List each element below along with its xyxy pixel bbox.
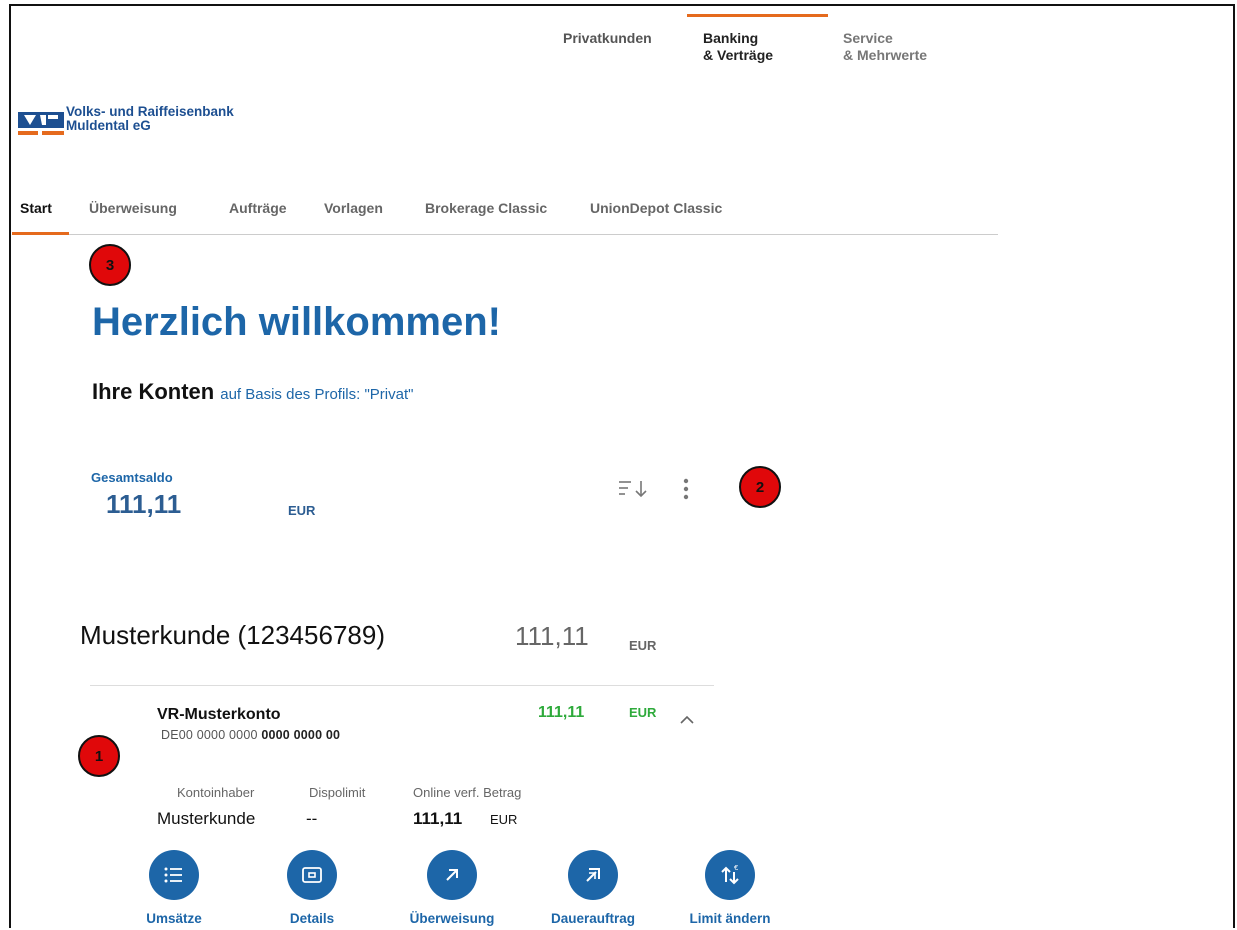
tab-uniondepot-classic[interactable]: UnionDepot Classic <box>590 200 722 216</box>
topnav-service[interactable]: Service & Mehrwerte <box>843 30 927 64</box>
list-icon <box>149 850 199 900</box>
bank-name: Volks- und Raiffeisenbank Muldental eG <box>66 105 234 133</box>
divider <box>90 685 714 686</box>
topnav-privatkunden[interactable]: Privatkunden <box>563 30 652 47</box>
topnav-label-line1: Service <box>843 30 893 46</box>
iban-prefix: DE00 0000 0000 <box>161 728 258 742</box>
limit-aendern-label: Limit ändern <box>689 911 771 926</box>
customer-balance: 111,11 <box>515 621 589 651</box>
double-arrow-up-right-icon <box>568 850 618 900</box>
account-name[interactable]: VR-Musterkonto <box>157 706 281 724</box>
konten-heading: Ihre Konten auf Basis des Profils: "Priva… <box>92 379 413 405</box>
arrow-up-right-icon <box>427 850 477 900</box>
account-currency: EUR <box>629 705 657 720</box>
bank-logo-icon[interactable] <box>18 104 64 140</box>
account-balance: 111,11 <box>538 704 585 721</box>
topnav-label: Privatkunden <box>563 30 652 46</box>
topnav-label-line1: Banking <box>703 30 759 46</box>
tab-auftraege[interactable]: Aufträge <box>229 200 287 216</box>
gesamtsaldo-value: 111,11 <box>106 489 182 519</box>
sub-navigation: Start Überweisung Aufträge Vorlagen Brok… <box>12 198 998 235</box>
tab-ueberweisung[interactable]: Überweisung <box>89 200 177 216</box>
profile-text: auf Basis des Profils: "Privat" <box>220 386 414 403</box>
holder-value: Musterkunde <box>157 809 256 828</box>
sort-icon[interactable] <box>617 478 651 500</box>
active-topnav-indicator <box>687 14 828 17</box>
dispolimit-value: -- <box>306 809 318 828</box>
konten-title: Ihre Konten <box>92 379 215 404</box>
iban-suffix: 0000 0000 00 <box>261 728 341 742</box>
page-title: Herzlich willkommen! <box>92 300 501 344</box>
gesamtsaldo-currency: EUR <box>288 503 316 518</box>
svg-text:€: € <box>734 864 738 872</box>
bank-name-line2: Muldental eG <box>66 118 151 133</box>
details-label: Details <box>289 911 335 926</box>
gesamtsaldo-label: Gesamtsaldo <box>91 470 173 485</box>
chevron-up-icon[interactable] <box>678 713 696 727</box>
annotation-badge-2: 2 <box>739 466 781 508</box>
dispolimit-label: Dispolimit <box>309 785 366 800</box>
ueberweisung-label: Überweisung <box>409 911 495 926</box>
annotation-badge-1: 1 <box>78 735 120 777</box>
customer-name: Musterkunde (123456789) <box>80 620 385 650</box>
umsaetze-label: Umsätze <box>146 911 202 926</box>
limit-aendern-button[interactable]: € Limit ändern <box>670 850 790 926</box>
tab-start[interactable]: Start <box>20 200 52 216</box>
more-options-icon[interactable] <box>679 476 693 502</box>
tab-vorlagen[interactable]: Vorlagen <box>324 200 383 216</box>
dauerauftrag-button[interactable]: Dauerauftrag <box>533 850 653 926</box>
account-iban: DE00 0000 0000 0000 0000 00 <box>161 728 340 742</box>
holder-label: Kontoinhaber <box>177 785 255 800</box>
topnav-banking[interactable]: Banking & Verträge <box>703 30 773 64</box>
active-tab-indicator <box>12 232 69 235</box>
dauerauftrag-label: Dauerauftrag <box>550 911 636 926</box>
topnav-label-line2: & Verträge <box>703 47 774 63</box>
bank-name-line1: Volks- und Raiffeisenbank <box>66 104 234 119</box>
annotation-badge-3: 3 <box>89 244 131 286</box>
tab-brokerage-classic[interactable]: Brokerage Classic <box>425 200 547 216</box>
umsaetze-button[interactable]: Umsätze <box>114 850 234 926</box>
available-amount-value: 111,11 <box>413 809 463 828</box>
topnav-label-line2: & Mehrwerte <box>843 47 928 63</box>
card-icon <box>287 850 337 900</box>
details-button[interactable]: Details <box>252 850 372 926</box>
available-amount-currency: EUR <box>490 812 518 827</box>
ueberweisung-button[interactable]: Überweisung <box>392 850 512 926</box>
available-amount-label: Online verf. Betrag <box>413 785 522 800</box>
customer-currency: EUR <box>629 638 657 653</box>
limit-change-icon: € <box>705 850 755 900</box>
